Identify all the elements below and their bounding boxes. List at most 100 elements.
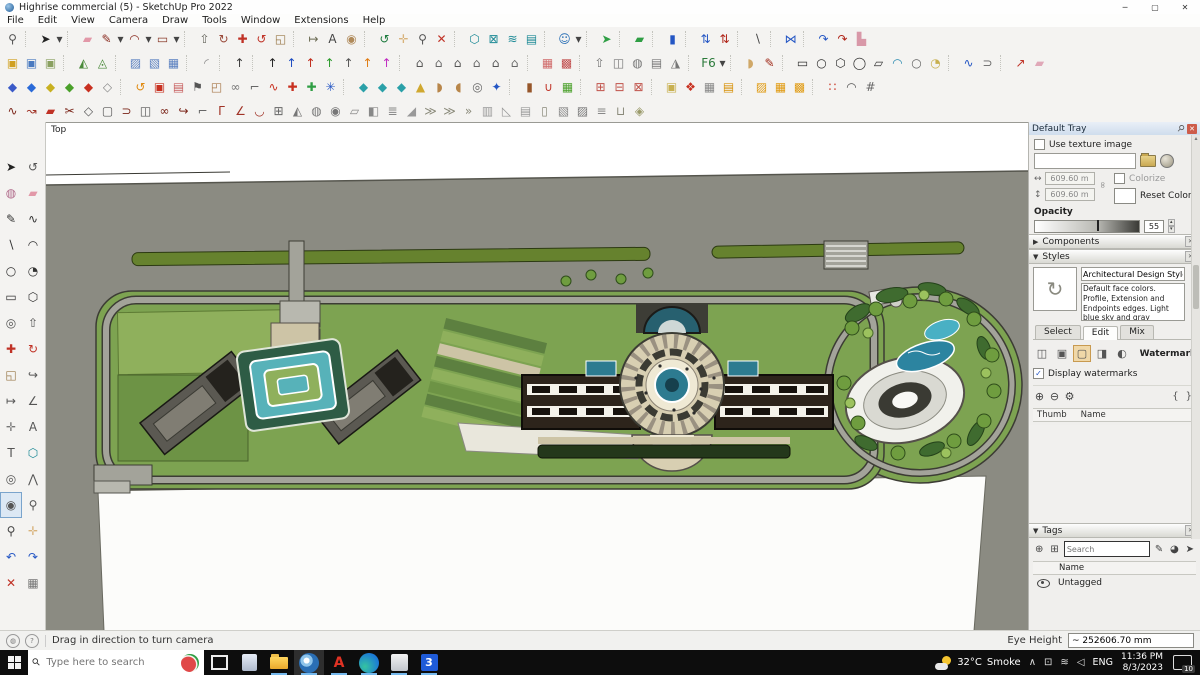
color-swatch[interactable] — [1114, 188, 1136, 204]
network-icon[interactable]: ≋ — [1060, 657, 1068, 668]
joint-push-pull-icon[interactable]: ↑ — [230, 53, 249, 74]
mesh-gray-icon[interactable]: ▤ — [647, 53, 666, 74]
arc-icon[interactable]: ◠ — [22, 232, 44, 258]
arc-dropdown-icon[interactable]: ▾ — [144, 29, 153, 50]
plugin-line-icon[interactable]: ∖ — [748, 29, 767, 50]
tag-detail-icon[interactable]: ➤ — [1184, 543, 1196, 556]
components-section-header[interactable]: ▶ Components ✕ — [1029, 234, 1200, 249]
colorize-checkbox[interactable] — [1114, 173, 1125, 184]
tag-row[interactable]: Untagged — [1033, 575, 1196, 591]
texture-height-value[interactable]: 609.60 m — [1045, 188, 1095, 201]
join-arrow-3-icon[interactable]: » — [459, 101, 478, 122]
scale-tool-icon[interactable]: ◱ — [271, 29, 290, 50]
jpp-vector-icon[interactable]: ↑ — [320, 53, 339, 74]
rectangle-icon[interactable]: ▭ — [0, 284, 22, 310]
layer-plane-white-icon[interactable]: ◇ — [98, 77, 117, 98]
sandbox-from-contours-icon[interactable]: ◭ — [74, 53, 93, 74]
outline-diamond-icon[interactable]: ◇ — [79, 101, 98, 122]
weather-widget[interactable]: 32°C Smoke — [935, 656, 1021, 670]
tag-search-input[interactable] — [1064, 541, 1150, 557]
scroll-up-icon[interactable]: ▴ — [1192, 135, 1200, 142]
display-section-planes-icon[interactable]: ⊠ — [484, 29, 503, 50]
maximize-button[interactable]: ▢ — [1140, 0, 1170, 14]
layer-plane-green-icon[interactable]: ◆ — [60, 77, 79, 98]
cube-blue-icon[interactable]: ▣ — [22, 53, 41, 74]
opacity-value[interactable]: 55 — [1144, 220, 1164, 233]
browse-texture-icon[interactable] — [1140, 155, 1156, 167]
flat-roof-icon[interactable]: ⌂ — [467, 53, 486, 74]
freehand-icon[interactable]: ∿ — [22, 206, 44, 232]
rotate-tool-icon[interactable]: ↺ — [252, 29, 271, 50]
follow-me-tool-icon[interactable]: ↻ — [214, 29, 233, 50]
cone-gray-icon[interactable]: ◭ — [288, 101, 307, 122]
add-watermark-icon[interactable]: ⊕ — [1033, 390, 1046, 403]
texture-file-input[interactable] — [1034, 153, 1136, 169]
bezier-red-tool-icon[interactable]: ∿ — [264, 77, 283, 98]
jpp-normal-icon[interactable]: ↑ — [263, 53, 282, 74]
bezier-edit-icon[interactable]: ∿ — [3, 101, 22, 122]
tray-header[interactable]: Default Tray ⚲ ✕ — [1029, 122, 1200, 135]
axes-icon[interactable]: ✛ — [0, 414, 22, 440]
account-dropdown-icon[interactable]: ▾ — [574, 29, 583, 50]
purge-icon[interactable]: ◕ — [1168, 543, 1180, 556]
roof-tool-icon[interactable]: ⌂ — [410, 53, 429, 74]
scrollbar-thumb[interactable] — [1193, 265, 1199, 309]
face-settings-icon[interactable]: ▣ — [1053, 345, 1071, 362]
background-settings-icon[interactable]: ▢ — [1073, 345, 1091, 362]
ellipse-on-surface-icon[interactable]: ◯ — [850, 53, 869, 74]
layer-plane-blue-red-icon[interactable]: ◆ — [3, 77, 22, 98]
hatch-dense-icon[interactable]: ▩ — [790, 77, 809, 98]
style-thumbnail[interactable]: ↻ — [1033, 267, 1077, 311]
tags-section-header[interactable]: ▼ Tags ✕ — [1029, 523, 1200, 538]
jpp-extrude-icon[interactable]: ↑ — [358, 53, 377, 74]
mesh-pink-icon[interactable]: ▦ — [538, 53, 557, 74]
ramp-icon[interactable]: ◺ — [497, 101, 516, 122]
section-plane-tool-icon[interactable]: ⬡ — [465, 29, 484, 50]
polygon-icon[interactable]: ⬡ — [22, 284, 44, 310]
hook-curve-icon[interactable]: ⊃ — [117, 101, 136, 122]
fredo6-dropdown-icon[interactable]: ▾ — [718, 53, 727, 74]
menu-window[interactable]: Window — [234, 15, 287, 26]
watermark-list[interactable] — [1029, 425, 1200, 523]
tab-edit[interactable]: Edit — [1083, 326, 1118, 340]
scale-icon[interactable]: ◱ — [0, 362, 22, 388]
angle-tool-icon[interactable]: ∠ — [231, 101, 250, 122]
surface-face-icon[interactable]: ◗ — [741, 53, 760, 74]
ring-tool-icon[interactable]: ◎ — [468, 77, 487, 98]
loop-tool-2-icon[interactable]: ◖ — [449, 77, 468, 98]
edit-pencil-icon[interactable]: ✎ — [1153, 543, 1165, 556]
edge-icon[interactable] — [354, 650, 384, 675]
compass-blue-icon[interactable]: ✦ — [487, 77, 506, 98]
fold-plane-icon[interactable]: ▱ — [345, 101, 364, 122]
photo-match-icon[interactable]: ▦ — [22, 570, 44, 596]
position-camera-icon[interactable]: ◎ — [0, 466, 22, 492]
texture-width-value[interactable]: 609.60 m — [1045, 172, 1095, 185]
display-watermarks-checkbox[interactable]: ✓ — [1033, 368, 1044, 379]
tab-mix[interactable]: Mix — [1120, 325, 1154, 339]
clock[interactable]: 11:36 PM 8/3/2023 — [1121, 652, 1163, 674]
model-viewport[interactable]: Top — [46, 122, 1028, 630]
line-tool-icon[interactable]: ✎ — [97, 29, 116, 50]
line-icon[interactable]: ∖ — [0, 232, 22, 258]
panel-icon[interactable]: ▤ — [516, 101, 535, 122]
zoom-icon[interactable]: ⚲ — [22, 492, 44, 518]
zoom-window-icon[interactable]: ⚲ — [0, 518, 22, 544]
magnet-red-icon[interactable]: ∪ — [539, 77, 558, 98]
previous-view-icon[interactable]: ↶ — [0, 544, 22, 570]
jpp-normal2-icon[interactable]: ↑ — [339, 53, 358, 74]
corner-tool-icon[interactable]: ⌐ — [245, 77, 264, 98]
style-name-input[interactable] — [1081, 267, 1185, 281]
max-app-icon[interactable]: 3 — [414, 650, 444, 675]
door-panel-icon[interactable]: ◧ — [364, 101, 383, 122]
add-tag-folder-icon[interactable]: ⊞ — [1048, 543, 1060, 556]
plugin-wall-icon[interactable]: ▙ — [852, 29, 871, 50]
gable-roof-icon[interactable]: ⌂ — [448, 53, 467, 74]
language-indicator[interactable]: ENG — [1093, 657, 1113, 668]
grid-pattern-icon[interactable]: # — [861, 77, 880, 98]
tray-close-button[interactable]: ✕ — [1187, 124, 1197, 134]
material-preview-icon[interactable] — [1160, 154, 1174, 168]
select-tool-icon[interactable]: ➤ — [36, 29, 55, 50]
join-arrow-2-icon[interactable]: ≫ — [440, 101, 459, 122]
close-button[interactable]: ✕ — [1170, 0, 1200, 14]
remove-watermark-icon[interactable]: ⊖ — [1048, 390, 1061, 403]
